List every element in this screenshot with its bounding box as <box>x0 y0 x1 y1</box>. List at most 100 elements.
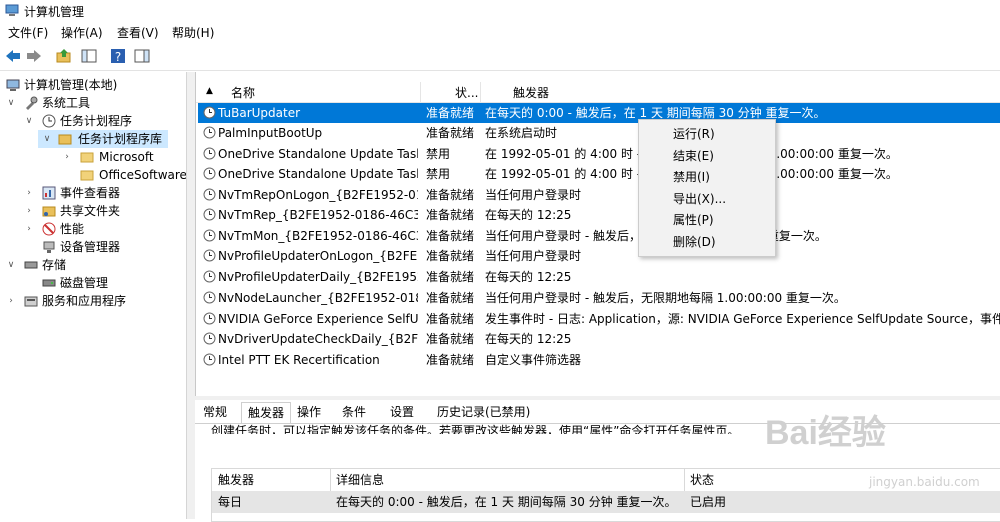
tree-item-storage[interactable]: ∨ 存储 <box>0 256 186 274</box>
task-row[interactable]: NvTmRep_{B2FE1952-0186-46C3-... 准备就绪 在每天… <box>198 205 1000 225</box>
tree-label-task-library: 任务计划程序库 <box>78 132 163 146</box>
task-row[interactable]: NvTmRepOnLogon_{B2FE1952-01... 准备就绪 当任何用… <box>198 185 1000 205</box>
expand-chevron-icon[interactable]: ∨ <box>6 256 16 274</box>
tree-item-disk-management[interactable]: 磁盘管理 <box>0 274 186 292</box>
tree-item-performance[interactable]: › 性能 <box>0 220 186 238</box>
expand-chevron-icon[interactable]: › <box>6 292 16 310</box>
task-name: NVIDIA GeForce Experience SelfUp... <box>218 312 418 326</box>
expand-chevron-icon[interactable]: › <box>24 202 34 220</box>
task-row[interactable]: OneDrive Standalone Update Task-... 禁用 在… <box>198 144 1000 164</box>
col-header-details[interactable]: 详细信息 <box>336 469 384 491</box>
task-trigger: 发生事件时 - 日志: Application，源: NVIDIA GeForc… <box>485 312 1000 326</box>
tab-general[interactable]: 常规 <box>197 402 233 423</box>
task-name: OneDrive Standalone Update Task v2 <box>218 167 418 181</box>
action-pane-icon[interactable] <box>133 47 151 65</box>
header-separator[interactable] <box>684 469 685 491</box>
tools-icon <box>26 96 38 110</box>
expand-chevron-icon[interactable]: › <box>24 220 34 238</box>
tab-history[interactable]: 历史记录(已禁用) <box>431 402 536 423</box>
task-clock-icon <box>203 312 216 325</box>
task-name: PalmInputBootUp <box>218 126 323 140</box>
task-clock-icon <box>203 167 216 180</box>
col-header-name[interactable]: 名称 <box>231 84 255 101</box>
task-status: 准备就绪 <box>426 229 475 243</box>
task-clock-icon <box>203 106 216 119</box>
task-row[interactable]: PalmInputBootUp 准备就绪 在系统启动时 <box>198 123 1000 143</box>
task-row[interactable]: NvNodeLauncher_{B2FE1952-0186... 准备就绪 当任… <box>198 288 1000 308</box>
computer-management-icon <box>5 4 19 16</box>
expand-chevron-icon[interactable]: ∨ <box>24 112 34 130</box>
tree-item-root[interactable]: 计算机管理(本地) <box>0 76 186 94</box>
tree-item-services-apps[interactable]: › 服务和应用程序 <box>0 292 186 310</box>
tree-item-task-scheduler[interactable]: ∨ 任务计划程序 <box>0 112 186 130</box>
task-status: 禁用 <box>426 147 451 161</box>
menu-item-run[interactable]: 运行(R) <box>673 124 715 144</box>
task-trigger: 当任何用户登录时 - 触发后，无限期地每隔 1.00:00:00 重复一次。 <box>485 291 846 305</box>
menu-action[interactable]: 操作(A) <box>61 24 103 41</box>
task-status: 准备就绪 <box>426 270 475 284</box>
watermark-url: jingyan.baidu.com <box>869 475 980 489</box>
task-clock-icon <box>203 249 216 262</box>
disk-icon <box>42 279 56 287</box>
context-menu: 运行(R) 结束(E) 禁用(I) 导出(X)... 属性(P) 删除(D) <box>638 119 776 257</box>
tree-item-event-viewer[interactable]: › 事件查看器 <box>0 184 186 202</box>
menu-item-export[interactable]: 导出(X)... <box>673 189 726 209</box>
menu-file[interactable]: 文件(F) <box>8 24 48 41</box>
header-separator[interactable] <box>420 82 421 102</box>
folder-open-icon <box>58 134 72 145</box>
expand-chevron-icon[interactable]: ∨ <box>42 130 52 148</box>
tab-settings[interactable]: 设置 <box>384 402 420 423</box>
task-row[interactable]: NvProfileUpdaterDaily_{B2FE1952-... 准备就绪… <box>198 267 1000 287</box>
col-header-triggers[interactable]: 触发器 <box>513 84 549 101</box>
console-tree-icon[interactable] <box>80 47 98 65</box>
help-icon[interactable]: ? <box>109 47 127 65</box>
folder-up-icon[interactable] <box>55 47 73 65</box>
tree-item-task-library[interactable]: ∨ 任务计划程序库 <box>38 130 168 148</box>
event-viewer-icon <box>42 186 56 200</box>
task-clock-icon <box>203 229 216 242</box>
task-row[interactable]: OneDrive Standalone Update Task v2 禁用 在 … <box>198 164 1000 184</box>
header-separator[interactable] <box>330 469 331 491</box>
storage-icon <box>24 261 38 269</box>
menu-item-end[interactable]: 结束(E) <box>673 146 714 166</box>
task-row[interactable]: NvTmMon_{B2FE1952-0186-46C3-... 准备就绪 当任何… <box>198 226 1000 246</box>
pane-splitter[interactable] <box>187 72 195 519</box>
tree-item-microsoft[interactable]: › Microsoft <box>0 148 186 166</box>
menu-help[interactable]: 帮助(H) <box>172 24 214 41</box>
task-name: NvProfileUpdaterDaily_{B2FE1952-... <box>218 270 418 284</box>
title-bar: 计算机管理 <box>0 0 1000 22</box>
back-arrow-icon[interactable] <box>4 47 22 65</box>
header-separator[interactable] <box>480 82 481 102</box>
forward-arrow-icon[interactable] <box>25 47 43 65</box>
task-row[interactable]: Intel PTT EK Recertification 准备就绪 自定义事件筛… <box>198 350 1000 370</box>
expand-chevron-icon[interactable]: › <box>62 148 72 166</box>
tab-conditions[interactable]: 条件 <box>336 402 372 423</box>
col-header-status[interactable]: 状态 <box>690 469 714 491</box>
task-row[interactable]: NvDriverUpdateCheckDaily_{B2FE1... 准备就绪 … <box>198 329 1000 349</box>
menu-bar: 文件(F) 操作(A) 查看(V) 帮助(H) <box>0 22 1000 42</box>
menu-view[interactable]: 查看(V) <box>117 24 159 41</box>
task-status: 准备就绪 <box>426 353 475 367</box>
tree-label-disk-management: 磁盘管理 <box>60 276 109 290</box>
tree-item-system-tools[interactable]: ∨ 系统工具 <box>0 94 186 112</box>
col-header-trigger[interactable]: 触发器 <box>218 469 254 491</box>
tree-item-shared-folders[interactable]: › 共享文件夹 <box>0 202 186 220</box>
task-status: 准备就绪 <box>426 126 475 140</box>
expand-chevron-icon[interactable]: ∨ <box>6 94 16 112</box>
task-row[interactable]: NVIDIA GeForce Experience SelfUp... 准备就绪… <box>198 309 1000 329</box>
tree-label-shared-folders: 共享文件夹 <box>60 204 121 218</box>
menu-item-delete[interactable]: 删除(D) <box>673 232 716 252</box>
tree-item-officesoftware[interactable]: OfficeSoftwareP <box>0 166 186 184</box>
tree-item-device-manager[interactable]: 设备管理器 <box>0 238 186 256</box>
task-row[interactable]: TuBarUpdater 准备就绪 在每天的 0:00 - 触发后，在 1 天 … <box>198 103 1000 123</box>
col-header-status[interactable]: 状... <box>455 84 478 101</box>
task-name: TuBarUpdater <box>218 106 301 120</box>
watermark: Bai经验 jingyan.baidu.com <box>765 405 990 495</box>
expand-chevron-icon[interactable]: › <box>24 184 34 202</box>
menu-item-disable[interactable]: 禁用(I) <box>673 167 710 187</box>
menu-item-properties[interactable]: 属性(P) <box>673 210 714 230</box>
tab-actions[interactable]: 操作 <box>291 402 327 423</box>
task-clock-icon <box>203 208 216 221</box>
task-row[interactable]: NvProfileUpdaterOnLogon_{B2FE19... 准备就绪 … <box>198 246 1000 266</box>
task-clock-icon <box>203 126 216 139</box>
